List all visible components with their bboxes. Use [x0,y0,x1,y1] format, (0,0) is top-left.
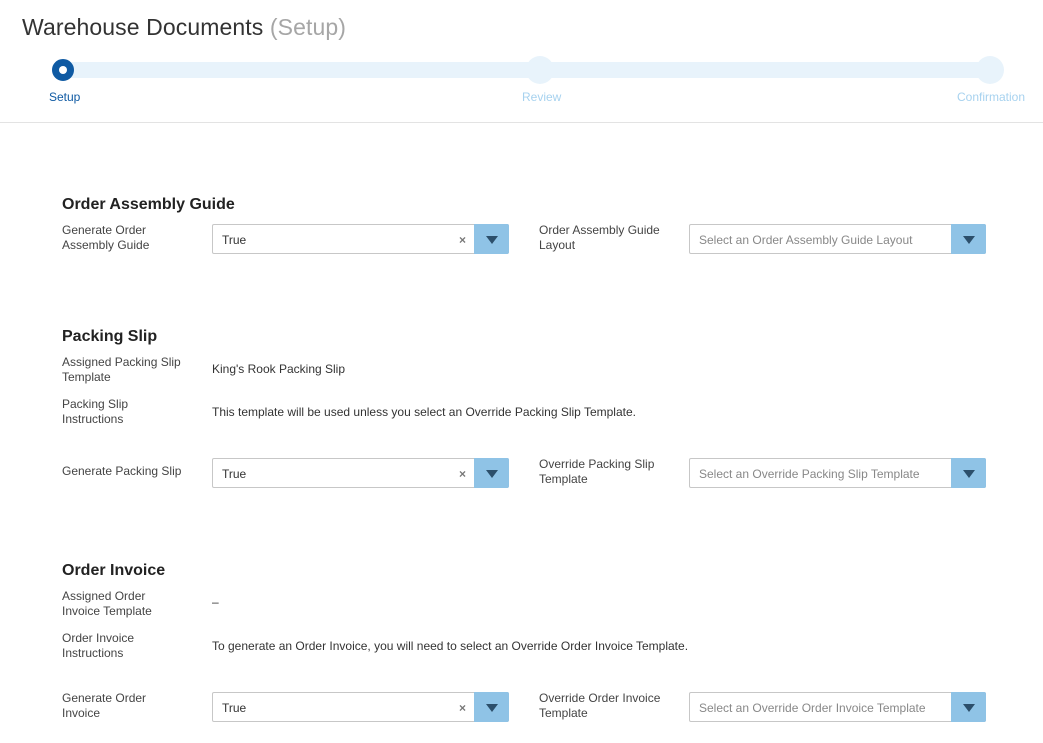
generate-assembly-value: True [222,233,247,247]
generate-invoice-select[interactable]: True × [212,692,509,722]
assigned-invoice-label: Assigned Order Invoice Template [62,589,152,618]
packing-instructions-value: This template will be used unless you se… [212,405,636,419]
chevron-down-icon[interactable] [474,692,509,722]
wizard-header: Warehouse Documents (Setup) Setup Review… [0,0,1043,123]
generate-invoice-value: True [222,701,247,715]
generate-assembly-label: Generate Order Assembly Guide [62,223,150,252]
assigned-packing-label: Assigned Packing Slip Template [62,355,181,384]
override-packing-select[interactable]: Select an Override Packing Slip Template [689,458,986,488]
assembly-layout-select[interactable]: Select an Order Assembly Guide Layout [689,224,986,254]
packing-heading: Packing Slip [62,328,158,345]
assembly-layout-placeholder: Select an Order Assembly Guide Layout [699,233,913,247]
invoice-instructions-value: To generate an Order Invoice, you will n… [212,639,689,653]
clear-icon[interactable]: × [459,701,466,715]
invoice-instructions-label: Order Invoice Instructions [62,631,135,660]
page-title: Warehouse Documents (Setup) [22,14,346,41]
step-setup-label[interactable]: Setup [49,90,80,104]
packing-instructions-label: Packing Slip Instructions [62,397,129,426]
step-review-label[interactable]: Review [522,90,561,104]
assembly-layout-label: Order Assembly Guide Layout [539,223,660,252]
step-setup-dot[interactable] [52,59,74,81]
page-title-suffix: (Setup) [269,14,347,40]
invoice-heading: Order Invoice [62,562,166,579]
generate-packing-label: Generate Packing Slip [62,464,182,478]
chevron-down-icon[interactable] [474,458,509,488]
override-invoice-select[interactable]: Select an Override Order Invoice Templat… [689,692,986,722]
chevron-down-icon[interactable] [474,224,509,254]
assigned-packing-value: King's Rook Packing Slip [212,362,346,376]
chevron-down-icon[interactable] [951,692,986,722]
override-invoice-label: Override Order Invoice Template [539,691,661,720]
step-review-dot[interactable] [526,56,554,84]
step-confirmation-label[interactable]: Confirmation [957,90,1025,104]
assigned-invoice-value: – [212,595,219,609]
override-packing-placeholder: Select an Override Packing Slip Template [699,467,920,481]
assembly-heading: Order Assembly Guide [62,196,235,213]
chevron-down-icon[interactable] [951,458,986,488]
chevron-down-icon[interactable] [951,224,986,254]
generate-packing-value: True [222,467,247,481]
step-confirmation-dot[interactable] [976,56,1004,84]
override-packing-label: Override Packing Slip Template [539,457,655,486]
clear-icon[interactable]: × [459,467,466,481]
page-title-text: Warehouse Documents [22,14,264,40]
clear-icon[interactable]: × [459,233,466,247]
generate-assembly-select[interactable]: True × [212,224,509,254]
generate-packing-select[interactable]: True × [212,458,509,488]
generate-invoice-label: Generate Order Invoice [62,691,147,720]
override-invoice-placeholder: Select an Override Order Invoice Templat… [699,701,926,715]
